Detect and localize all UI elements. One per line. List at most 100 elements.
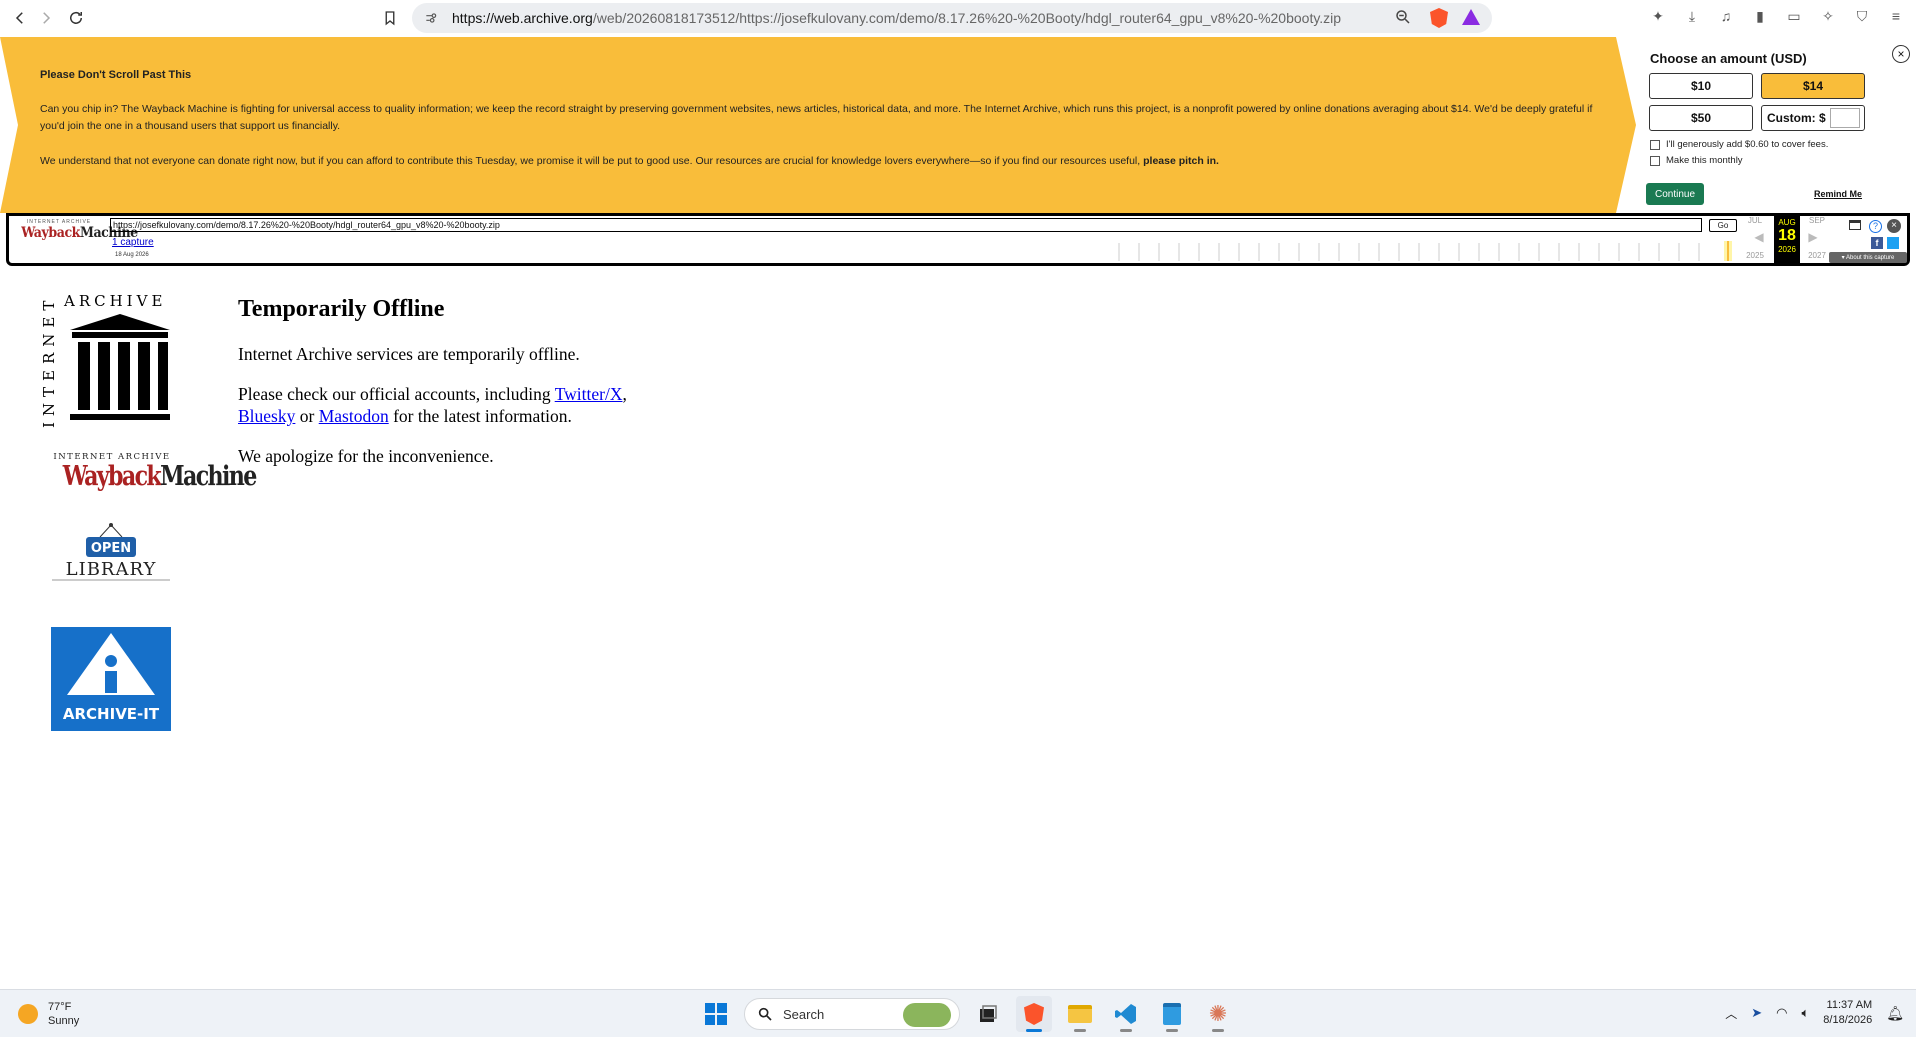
help-icon[interactable]: ? [1869,220,1882,233]
zoom-icon[interactable] [1394,8,1412,29]
amount-14-button[interactable]: $14 [1761,73,1865,99]
extensions-icon[interactable]: ✦ [1648,6,1668,26]
reload-icon [70,11,82,24]
file-explorer-button[interactable] [1062,996,1098,1032]
system-tray: ︿ ➤ ◠ 🔈︎ 11:37 AM 8/18/2026 🔔︎ [1725,998,1904,1028]
remind-me-link[interactable]: Remind Me [1814,189,1862,199]
vscode-icon [1115,1004,1136,1024]
windows-taskbar: 77°F Sunny Search ✺ ︿ ➤ ◠ 🔈︎ 11:37 AM 8/… [0,989,1916,1037]
task-view-icon [980,1005,997,1022]
choose-amount-label: Choose an amount (USD) [1650,51,1807,66]
wayback-url-input[interactable]: https://josefkulovany.com/demo/8.17.26%2… [110,218,1702,232]
task-view-button[interactable] [970,996,1006,1032]
vpn-icon[interactable]: ⛉ [1852,6,1872,26]
notifications-icon[interactable]: 🔔︎ [1886,1005,1904,1022]
bookmark-button[interactable] [376,4,404,32]
taskbar-search[interactable]: Search [744,998,960,1030]
prev-year[interactable]: 2025 [1742,251,1768,260]
archive-wordmark: ARCHIVE [63,292,166,310]
forward-button[interactable] [32,4,60,32]
donate-panel: Choose an amount (USD) $10 $14 $50 Custo… [1640,37,1916,213]
captures-link[interactable]: 1 capture [112,237,154,248]
extension-icons: ✦ ⤓ ♫ ▮ ▭ ✧ ⛉ ≡ [1648,6,1906,26]
twitter-link[interactable]: Twitter/X [555,384,623,404]
wallet-icon[interactable]: ▭ [1784,6,1804,26]
wifi-icon[interactable]: ◠ [1776,1005,1787,1021]
wayback-machine-logo[interactable]: INTERNET ARCHIVE WaybackMachine [52,452,257,502]
taskbar-apps: Search ✺ [698,996,1236,1032]
next-year[interactable]: 2027 [1804,251,1830,260]
capture-sparkline[interactable] [1114,241,1734,261]
close-banner-button[interactable]: × [1892,45,1910,63]
cover-fees-checkbox[interactable]: I'll generously add $0.60 to cover fees. [1650,139,1828,150]
banner-title: Please Don't Scroll Past This [40,69,192,81]
close-toolbar-icon[interactable]: × [1887,219,1901,233]
prev-arrow-icon[interactable]: ◀ [1746,230,1772,244]
apology-message: We apologize for the inconvenience. [238,446,494,466]
address-bar[interactable]: https://web.archive.org/web/202608181735… [412,3,1492,33]
leo-ai-icon[interactable]: ✧ [1818,6,1838,26]
custom-amount-field[interactable]: Custom: $ [1761,105,1865,131]
media-icon[interactable]: ♫ [1716,6,1736,26]
back-button[interactable] [6,4,34,32]
archive-it-logo[interactable]: ARCHIVE-IT [51,627,171,731]
prev-month-link[interactable]: JUL [1742,216,1768,225]
sunny-icon [18,1004,38,1024]
amount-10-button[interactable]: $10 [1649,73,1753,99]
start-button[interactable] [698,996,734,1032]
official-accounts-message: Please check our official accounts, incl… [238,384,627,426]
internet-archive-logo[interactable]: ARCHIVE INTERNET [40,292,185,432]
site-settings-icon[interactable] [424,11,438,25]
url-text: https://web.archive.org/web/202608181735… [452,10,1342,26]
weather-widget[interactable]: 77°F Sunny [18,1000,79,1028]
reload-button[interactable] [62,4,90,32]
downloads-icon[interactable]: ⤓ [1682,6,1702,26]
facebook-icon[interactable]: f [1871,237,1883,249]
wayback-toolbar-logo[interactable]: INTERNET ARCHIVE WaybackMachine [17,219,138,241]
sidebar-icon[interactable]: ▮ [1750,6,1770,26]
next-month-link[interactable]: SEP [1804,216,1830,225]
archive-it-icon [67,633,155,695]
vscode-button[interactable] [1108,996,1144,1032]
current-capture-date: AUG 18 2026 [1774,216,1800,263]
continue-button[interactable]: Continue [1646,183,1704,205]
chevron-up-icon[interactable]: ︿ [1725,1005,1737,1022]
brave-taskbar-button[interactable] [1016,996,1052,1032]
mastodon-link[interactable]: Mastodon [319,406,389,426]
windows-icon [705,1003,727,1025]
brave-rewards-icon[interactable] [1462,9,1480,25]
search-highlight-image [903,1003,951,1027]
brave-shields-icon[interactable] [1430,8,1448,28]
browser-toolbar: https://web.archive.org/web/202608181735… [0,0,1916,36]
custom-amount-input[interactable] [1829,108,1860,128]
about-capture-button[interactable]: ▾ About this capture [1829,252,1907,263]
clock[interactable]: 11:37 AM 8/18/2026 [1823,998,1872,1028]
notepad-icon [1163,1003,1181,1025]
volume-icon[interactable]: 🔈︎ [1801,1005,1809,1021]
page-title: Temporarily Offline [238,296,445,322]
notepad-button[interactable] [1154,996,1190,1032]
amount-50-button[interactable]: $50 [1649,105,1753,131]
svg-text:OPEN: OPEN [91,541,131,556]
claude-button[interactable]: ✺ [1200,996,1236,1032]
location-icon[interactable]: ➤ [1751,1005,1762,1021]
bookmark-icon [385,11,395,26]
brave-icon [1024,1003,1044,1025]
internet-wordmark: INTERNET [40,295,58,428]
calendar-icon[interactable] [1849,220,1861,230]
wayback-toolbar: INTERNET ARCHIVE WaybackMachine https://… [6,213,1910,266]
next-arrow-icon[interactable]: ▶ [1800,230,1826,244]
main-content: Temporarily Offline Internet Archive ser… [238,296,638,485]
folder-icon [1068,1005,1092,1023]
monthly-checkbox[interactable]: Make this monthly [1650,155,1743,166]
bluesky-link[interactable]: Bluesky [238,406,295,426]
offline-message: Internet Archive services are temporaril… [238,344,580,364]
claude-icon: ✺ [1208,1001,1228,1026]
twitter-icon[interactable] [1887,237,1899,249]
donation-banner: Please Don't Scroll Past This Can you ch… [0,37,1916,213]
capture-date: 18 Aug 2026 [115,252,149,258]
open-library-logo[interactable]: OPEN LIBRARY [50,523,172,585]
menu-icon[interactable]: ≡ [1886,6,1906,26]
go-button[interactable]: Go [1709,219,1737,232]
forward-icon [43,12,51,24]
